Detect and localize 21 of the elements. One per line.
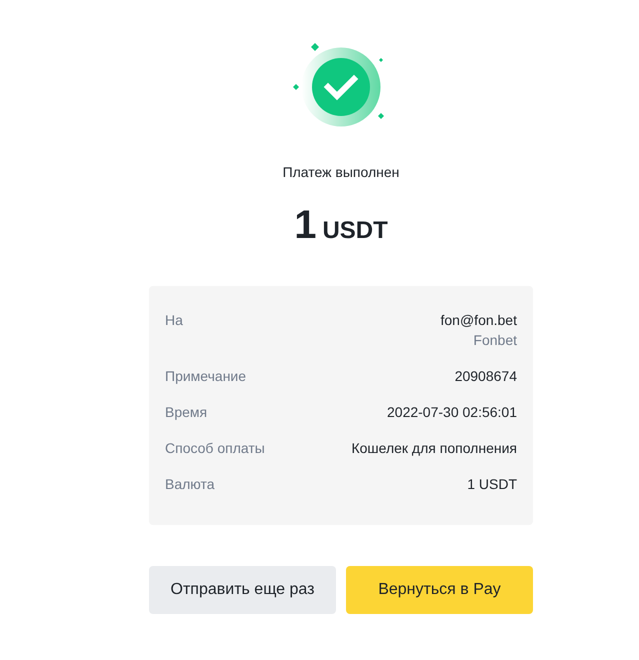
detail-label: Валюта bbox=[165, 475, 215, 494]
detail-subvalue: Fonbet bbox=[473, 331, 517, 350]
amount-currency: USDT bbox=[322, 216, 388, 246]
detail-label: Способ оплаты bbox=[165, 439, 265, 458]
detail-value: Кошелек для пополнения bbox=[351, 439, 517, 458]
sparkle-icon bbox=[311, 43, 319, 51]
detail-label: Время bbox=[165, 403, 208, 422]
sparkle-icon bbox=[378, 113, 384, 119]
send-again-button[interactable]: Отправить еще раз bbox=[149, 566, 336, 614]
amount-value: 1 bbox=[294, 202, 316, 249]
detail-label: На bbox=[165, 311, 183, 330]
detail-value: 2022-07-30 02:56:01 bbox=[387, 403, 517, 422]
success-check-icon bbox=[302, 48, 380, 126]
sparkle-icon bbox=[379, 58, 383, 62]
return-button[interactable]: Вернуться в Pay bbox=[346, 566, 533, 614]
sparkle-icon bbox=[293, 84, 299, 90]
detail-value: 20908674 bbox=[454, 367, 517, 386]
detail-value: fon@fon.bet bbox=[440, 311, 517, 330]
status-title: Платеж выполнен bbox=[282, 163, 400, 182]
detail-label: Примечание bbox=[165, 367, 246, 386]
detail-value: 1 USDT bbox=[467, 475, 517, 494]
